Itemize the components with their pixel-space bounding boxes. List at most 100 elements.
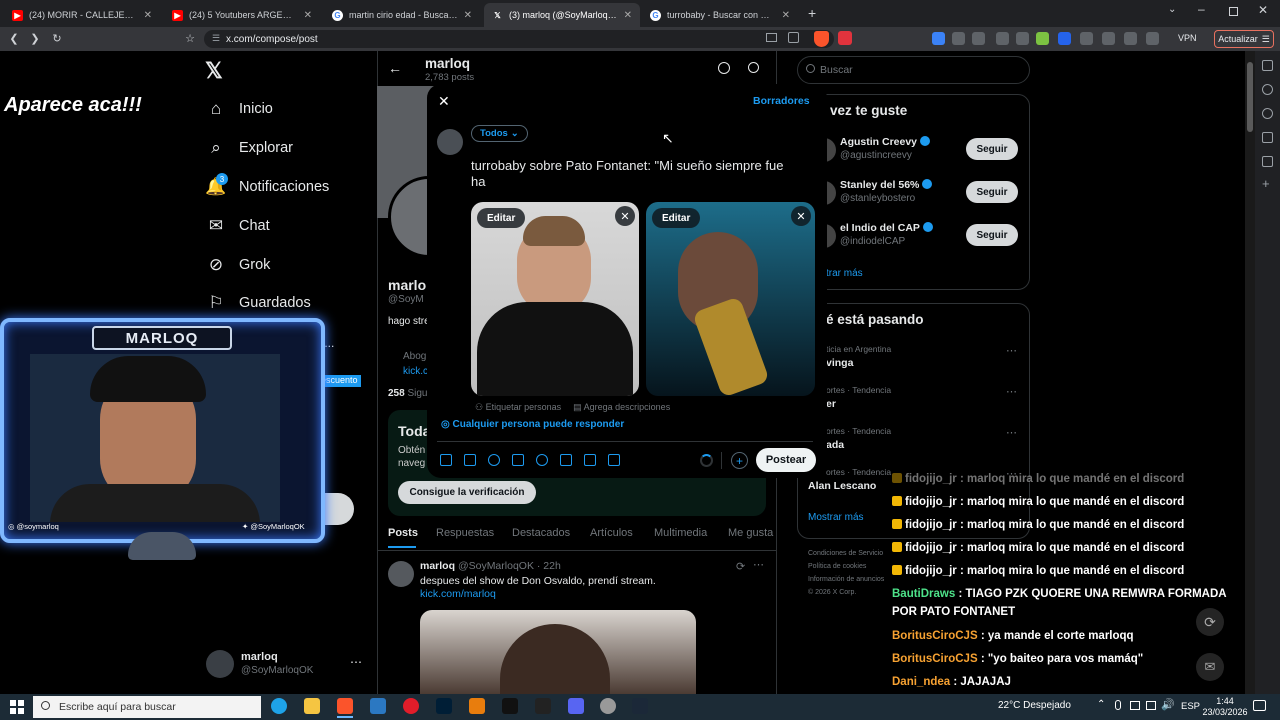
ext-leaf-icon[interactable]: [1036, 32, 1049, 45]
browser-tab[interactable]: ▶ (24) MORIR - CALLEJEROS "PRESION ✕: [4, 3, 160, 27]
chat-message: fidojijo_jr : marloq mira lo que mandé e…: [892, 493, 1242, 511]
reply-settings-button[interactable]: ◎ Cualquier persona puede responder: [441, 419, 624, 430]
site-info-icon[interactable]: ☰: [212, 33, 220, 44]
browser-tab[interactable]: ▶ (24) 5 Youtubers ARGENTINOS que ✕: [164, 3, 320, 27]
back-icon[interactable]: ❮: [6, 31, 22, 47]
url-bar[interactable]: ☰ x.com/compose/post: [204, 30, 834, 48]
sidebar-playlist-icon[interactable]: [1262, 156, 1273, 167]
sidebar-reading-icon[interactable]: [1262, 84, 1273, 95]
ext-screenshot-icon[interactable]: [972, 32, 985, 45]
add-description-link[interactable]: ▤ Agrega descripciones: [573, 402, 670, 413]
media-attachment-2[interactable]: Editar ✕: [646, 202, 815, 396]
ext-refresh-icon[interactable]: [1080, 32, 1093, 45]
bookmark-page-icon[interactable]: ☆: [182, 31, 198, 47]
browser-tab[interactable]: Gturrobaby - Buscar con Google ✕: [642, 3, 798, 27]
language-indicator[interactable]: ESP: [1181, 701, 1200, 712]
onedrive-icon[interactable]: [1130, 701, 1140, 710]
scrollbar-thumb[interactable]: [1247, 62, 1253, 132]
media-icon[interactable]: [440, 454, 452, 466]
ext-game-icon[interactable]: [1016, 32, 1029, 45]
close-window-icon[interactable]: ✕: [1258, 3, 1268, 17]
media-attachment-1[interactable]: Editar ✕: [471, 202, 639, 396]
sidebar-wallet-icon[interactable]: [1262, 132, 1273, 143]
gif-icon[interactable]: [464, 454, 476, 466]
brave-rewards-icon[interactable]: [838, 31, 852, 45]
weather-widget[interactable]: 22°C Despejado: [998, 700, 1071, 711]
file-explorer-icon[interactable]: [304, 698, 320, 714]
ext-translate-icon[interactable]: [952, 32, 965, 45]
chat-username: Dani_ndea: [892, 676, 951, 688]
vscode-icon[interactable]: [370, 698, 386, 714]
tab-close-icon[interactable]: ✕: [304, 10, 312, 21]
network-icon[interactable]: [1146, 701, 1156, 710]
start-icon[interactable]: [10, 700, 24, 714]
emoji-icon[interactable]: [536, 454, 548, 466]
capcut-icon[interactable]: [502, 698, 518, 714]
post-button[interactable]: Postear: [756, 448, 816, 472]
chrome-icon[interactable]: [600, 698, 616, 714]
taskbar-search-placeholder: Escribe aquí para buscar: [59, 701, 176, 713]
media2-close-icon[interactable]: ✕: [791, 206, 811, 226]
ext-moon-icon[interactable]: [1058, 32, 1071, 45]
ext-window-icon[interactable]: [996, 32, 1009, 45]
sidebar-bookmarks-icon[interactable]: [1262, 60, 1273, 71]
taskbar-search-input[interactable]: Escribe aquí para buscar: [33, 696, 261, 718]
media1-edit-button[interactable]: Editar: [477, 208, 526, 228]
poll-icon[interactable]: [512, 454, 524, 466]
format-icon[interactable]: [608, 454, 620, 466]
minimize-icon[interactable]: –: [1198, 2, 1205, 16]
sidebar-history-icon[interactable]: [1262, 108, 1273, 119]
photoshop-icon[interactable]: [436, 698, 452, 714]
ext-wallet-icon[interactable]: [1146, 32, 1159, 45]
microphone-icon[interactable]: [1115, 700, 1121, 710]
discord-icon[interactable]: [568, 698, 584, 714]
media1-close-icon[interactable]: ✕: [615, 206, 635, 226]
clock[interactable]: 1:44 23/03/2026: [1200, 696, 1250, 718]
share-icon[interactable]: [788, 32, 799, 43]
tab-close-icon[interactable]: ✕: [464, 10, 472, 21]
tag-people-link[interactable]: ⚇ Etiquetar personas: [475, 402, 561, 413]
ext-music-icon[interactable]: [1102, 32, 1115, 45]
compose-textarea[interactable]: turrobaby sobre Pato Fontanet: "Mi sueño…: [471, 158, 811, 190]
cast-icon[interactable]: [766, 33, 777, 42]
webcam-helmet-ornament: [128, 532, 196, 560]
notifications-icon[interactable]: [1253, 700, 1266, 711]
steam-icon[interactable]: [632, 698, 648, 714]
browser-tab[interactable]: 𝕏 (3) marloq (@SoyMarloqOK) / X ✕: [484, 3, 640, 27]
drafts-button[interactable]: Borradores: [753, 95, 810, 107]
composer-divider: [437, 441, 813, 442]
media2-edit-button[interactable]: Editar: [652, 208, 701, 228]
edge-icon[interactable]: [271, 698, 287, 714]
brave-shields-icon[interactable]: [814, 31, 829, 47]
opera-icon[interactable]: [403, 698, 419, 714]
page-scrollbar[interactable]: [1245, 51, 1255, 694]
volume-icon[interactable]: 🔊: [1161, 698, 1175, 711]
sidebar-add-icon[interactable]: +: [1262, 176, 1270, 191]
grok-float-icon[interactable]: ⟳: [1196, 608, 1224, 636]
new-tab-button[interactable]: +: [808, 5, 816, 21]
brave-icon[interactable]: [337, 698, 353, 714]
tab-close-icon[interactable]: ✕: [144, 10, 152, 21]
webcam-tw-handle: @SoyMarloqOK: [250, 522, 305, 531]
grok-image-icon[interactable]: [488, 454, 500, 466]
ext-sidepanel-icon[interactable]: [1124, 32, 1137, 45]
maximize-icon[interactable]: [1229, 7, 1238, 16]
capcut2-icon[interactable]: [535, 698, 551, 714]
tab-close-icon[interactable]: ✕: [624, 10, 632, 21]
schedule-icon[interactable]: [560, 454, 572, 466]
update-button[interactable]: Actualizar ☰: [1214, 30, 1274, 48]
close-icon[interactable]: ✕: [438, 93, 450, 110]
forward-icon[interactable]: ❯: [27, 31, 43, 47]
blender-icon[interactable]: [469, 698, 485, 714]
tray-chevron-icon[interactable]: ⌃: [1097, 699, 1105, 710]
add-post-icon[interactable]: +: [731, 452, 748, 469]
browser-tab[interactable]: Gmartin cirio edad - Buscar con Goog ✕: [324, 3, 480, 27]
tab-search-icon[interactable]: ⌄: [1168, 4, 1176, 15]
messages-float-icon[interactable]: ✉: [1196, 653, 1224, 681]
vpn-label[interactable]: VPN: [1178, 33, 1197, 43]
tab-close-icon[interactable]: ✕: [782, 10, 790, 21]
ext-stream-icon[interactable]: [932, 32, 945, 45]
location-icon[interactable]: [584, 454, 596, 466]
reload-icon[interactable]: ↻: [49, 31, 65, 47]
audience-selector[interactable]: Todos ⌄: [471, 125, 528, 142]
